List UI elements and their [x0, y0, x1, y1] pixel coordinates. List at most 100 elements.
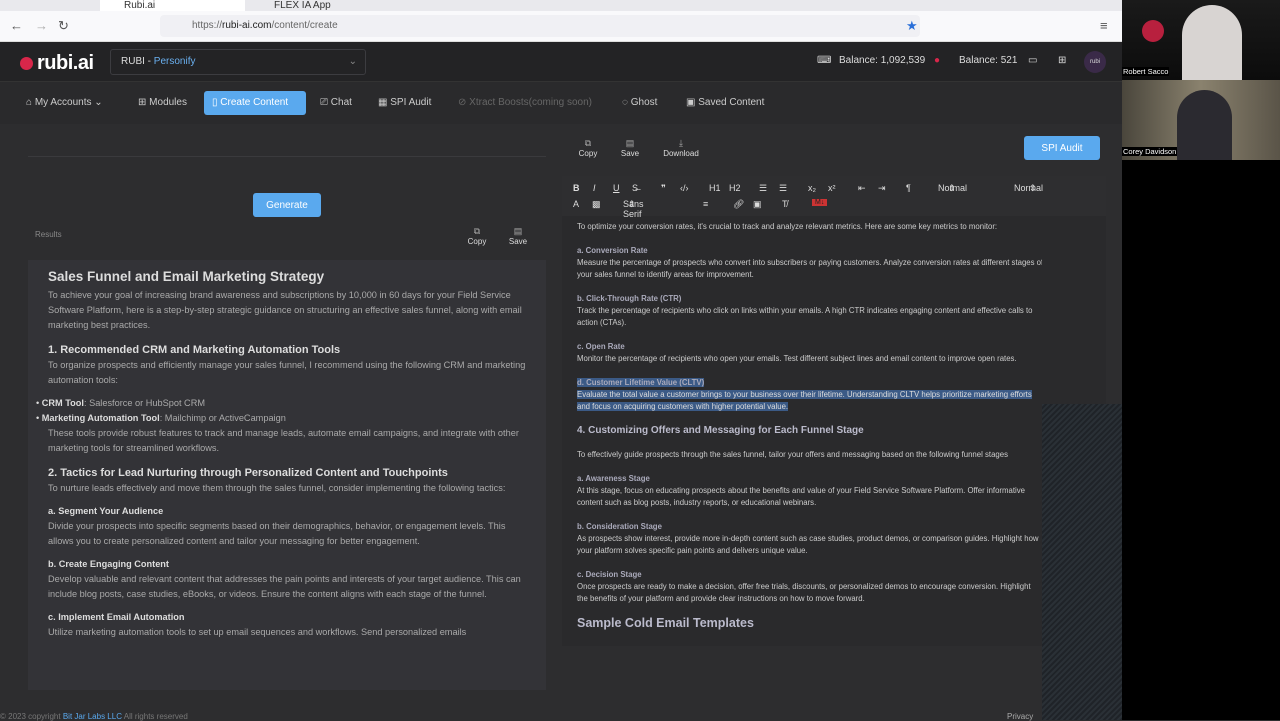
rich-text-editor: B I U S̶ ❞ ‹/› H1 H2 ☰ ☰ x₂ x² ⇤ ⇥ ¶ Nor…	[562, 176, 1106, 646]
align-icon[interactable]: ≡	[703, 199, 708, 209]
avatar[interactable]: rubi	[1084, 51, 1106, 73]
browser-tab-bar: Rubi.ai FLEX IA App	[0, 0, 1122, 11]
strike-icon[interactable]: S̶	[632, 183, 638, 193]
clear-format-icon[interactable]: T̸	[782, 199, 788, 209]
download-icon: ⤓	[679, 138, 683, 148]
spi-audit-button[interactable]: SPI Audit	[1024, 136, 1100, 160]
credit-balance: Balance: 521	[959, 55, 1018, 66]
address-bar-row: ← → ↻ https://rubi-ai.com/content/create…	[0, 11, 1122, 42]
download-button[interactable]: ⤓ Download	[658, 138, 704, 158]
code-icon[interactable]: ‹/›	[680, 183, 689, 193]
back-icon[interactable]: ←	[10, 18, 23, 33]
save-icon: ▤	[625, 138, 635, 148]
editor-copy-button[interactable]: ⧉ Copy	[568, 138, 608, 158]
nav-create-content[interactable]: ▯ Create Content	[204, 91, 306, 115]
blockquote-icon[interactable]: ❞	[661, 183, 666, 194]
coins-icon: ●	[934, 55, 941, 66]
background-color-icon[interactable]: ▩	[592, 199, 601, 210]
subscript-icon[interactable]: x₂	[808, 183, 816, 193]
rocket-icon: ⊘	[458, 97, 470, 108]
nav-spi-audit[interactable]: ▦ SPI Audit	[370, 91, 439, 115]
generate-button[interactable]: Generate	[253, 193, 321, 217]
editor-toolbar: B I U S̶ ❞ ‹/› H1 H2 ☰ ☰ x₂ x² ⇤ ⇥ ¶ Nor…	[562, 176, 1106, 219]
token-balance: Balance: 1,092,539	[839, 55, 926, 66]
participant-video	[1182, 5, 1242, 80]
paragraph: To optimize your conversion rates, it's …	[577, 222, 998, 231]
map-icon: ▦	[378, 97, 391, 108]
bullet-list-icon[interactable]: ☰	[779, 183, 787, 194]
indent-icon[interactable]: ⇥	[878, 183, 886, 194]
outdent-icon[interactable]: ⇤	[858, 183, 866, 194]
tab-rubi[interactable]: Rubi.ai	[100, 0, 245, 11]
copy-icon: ⧉	[584, 138, 592, 148]
save-button[interactable]: ▤ Save	[498, 226, 538, 246]
forward-icon[interactable]: →	[35, 18, 48, 33]
input-panel: Generate Results ⧉ Copy ▤ Save Sales Funne…	[0, 124, 560, 720]
chat-icon: ⎚	[320, 97, 331, 108]
paragraph: a. Conversion Rate Measure the percentage…	[577, 246, 1042, 279]
nav-saved-content[interactable]: ▣ Saved Content	[678, 91, 772, 115]
heading2-icon[interactable]: H2	[729, 183, 741, 193]
menu-icon[interactable]: ≡	[1100, 18, 1108, 33]
divider	[28, 156, 546, 157]
markdown-icon[interactable]: M↓	[812, 199, 828, 206]
size-select[interactable]: Normal ⇕	[1014, 183, 1043, 194]
participant-video	[1177, 90, 1232, 160]
copy-button[interactable]: ⧉ Copy	[457, 226, 497, 246]
subheading: b. Click-Through Rate (CTR)	[577, 294, 682, 303]
laptop-icon[interactable]: ▭	[1028, 55, 1037, 66]
reload-icon[interactable]: ↻	[58, 18, 69, 34]
image-icon[interactable]: ▣	[753, 199, 762, 210]
underline-icon[interactable]: U	[613, 183, 620, 193]
text-direction-icon[interactable]: ¶	[906, 183, 911, 193]
apps-icon[interactable]: ⊞	[1058, 55, 1066, 66]
save-icon: ▣	[686, 97, 699, 108]
video-call-panel: Robert Sacco Corey Davidson	[1122, 0, 1280, 720]
keyboard-icon: ⌨	[817, 55, 832, 66]
section-heading: 4. Customizing Offers and Messaging for …	[577, 425, 864, 436]
paragraph: b. Consideration Stage As prospects show …	[577, 521, 1042, 557]
tab-flex[interactable]: FLEX IA App	[250, 0, 331, 11]
text-color-icon[interactable]: A	[573, 199, 579, 209]
chevron-down-icon: ⌄	[348, 56, 357, 67]
nav-ghost[interactable]: ◌ Ghost	[614, 91, 665, 115]
nav-xtract-boosts: ⊘ Xtract Boosts(coming soon)	[458, 97, 592, 108]
italic-icon[interactable]: I	[593, 183, 596, 193]
selected-paragraph: d. Customer Lifetime Value (CLTV) Evaluat…	[577, 378, 1032, 411]
header-select[interactable]: Normal ⇕	[938, 183, 967, 194]
superscript-icon[interactable]: x²	[828, 183, 836, 193]
paragraph: a. Awareness Stage At this stage, focus o…	[577, 473, 1042, 509]
nav-modules[interactable]: ⊞ Modules	[130, 91, 195, 115]
subheading: a. Conversion Rate	[577, 246, 648, 255]
bookmark-star-icon[interactable]: ★	[906, 18, 918, 34]
home-icon: ⌂	[26, 97, 35, 108]
rubi-logo[interactable]: rubi.ai	[20, 52, 94, 75]
subheading: c. Open Rate	[577, 342, 625, 351]
overlay-hatch	[1042, 404, 1122, 720]
font-select[interactable]: Sans Serif ⇕	[623, 199, 644, 219]
nav-chat[interactable]: ⎚ Chat	[312, 91, 360, 115]
ghost-icon: ◌	[622, 97, 631, 108]
link-icon[interactable]: 🔗︎	[733, 199, 744, 210]
list-item: Marketing Automation Tool: Mailchimp or …	[36, 411, 526, 426]
video-tile-robert: Robert Sacco	[1122, 0, 1280, 80]
grid-icon: ⊞	[138, 97, 150, 108]
paragraph: c. Open Rate Monitor the percentage of re…	[577, 341, 1042, 365]
bold-icon[interactable]: B	[573, 183, 580, 193]
heading1-icon[interactable]: H1	[709, 183, 721, 193]
paragraph: b. Click-Through Rate (CTR) Track the per…	[577, 293, 1042, 329]
editor-content[interactable]: To optimize your conversion rates, it's …	[562, 216, 1042, 646]
ordered-list-icon[interactable]: ☰	[759, 183, 767, 194]
editor-save-button[interactable]: ▤ Save	[610, 138, 650, 158]
persona-select[interactable]: RUBI - Personify ⌄	[110, 49, 366, 75]
results-document[interactable]: Sales Funnel and Email Marketing Strateg…	[28, 260, 546, 690]
paragraph: c. Decision Stage Once prospects are read…	[577, 569, 1042, 605]
logo-mark-icon	[20, 57, 33, 71]
section-heading: Sample Cold Email Templates	[577, 616, 754, 630]
url-input[interactable]: https://rubi-ai.com/content/create	[160, 15, 920, 37]
results-label: Results	[35, 230, 62, 239]
logo-mark-icon	[1142, 20, 1164, 42]
nav-my-accounts[interactable]: ⌂ My Accounts ⌄	[18, 91, 111, 115]
video-tile-corey: Corey Davidson	[1122, 80, 1280, 160]
main-nav: ⌂ My Accounts ⌄ ⊞ Modules ▯ Create Conte…	[0, 82, 1122, 124]
